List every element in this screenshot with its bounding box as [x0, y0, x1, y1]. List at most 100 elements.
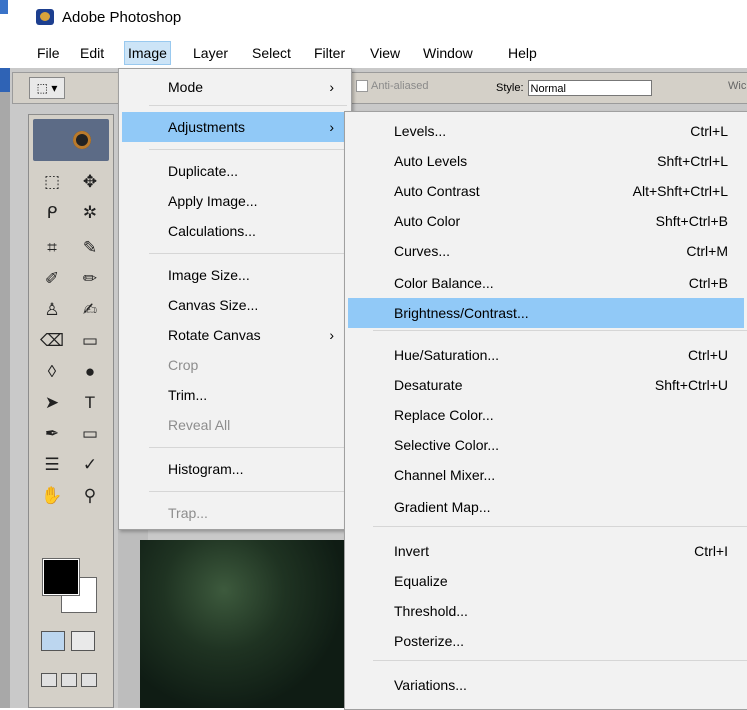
menu-item-label: Apply Image... — [168, 193, 258, 209]
menu-item-label: Invert — [394, 543, 430, 559]
toolbox: ⬚ ✥ ᑭ ✲ ⌗ ✎ ✐ ✏ ♙ ✍ ⌫ ▭ ◊ ● ➤ T ✒ ▭ ☰ ✓ ✋ ⚲ — [28, 114, 114, 708]
adjustments-item-replace-color[interactable]: Replace Color... — [348, 400, 744, 430]
standard-mode-icon[interactable] — [41, 631, 65, 651]
dodge-tool-icon[interactable]: ● — [73, 357, 107, 387]
adjustments-item-brightness-contrast[interactable]: Brightness/Contrast... — [348, 298, 744, 328]
image-menu-item-image-size[interactable]: Image Size... — [122, 260, 346, 290]
document-canvas[interactable] — [140, 540, 350, 708]
zoom-tool-icon[interactable]: ⚲ — [73, 481, 107, 511]
image-menu-item-duplicate[interactable]: Duplicate... — [122, 156, 346, 186]
rect-marquee-tool-icon[interactable]: ⬚ — [35, 167, 69, 197]
crop-tool-icon[interactable]: ⌗ — [35, 233, 69, 263]
menu-item-shortcut: Shft+Ctrl+U — [654, 377, 728, 393]
screen-mode-standard-icon[interactable] — [41, 673, 57, 687]
adjustments-item-desaturate[interactable]: Desaturate Shft+Ctrl+U — [348, 370, 744, 400]
menu-window[interactable]: Window — [420, 42, 476, 64]
menu-item-label: Color Balance... — [394, 275, 494, 291]
adjustments-item-posterize[interactable]: Posterize... — [348, 626, 744, 656]
menu-item-shortcut: Ctrl+M — [686, 243, 728, 259]
adjustments-item-auto-color[interactable]: Auto Color Shft+Ctrl+B — [348, 206, 744, 236]
menu-view[interactable]: View — [367, 42, 403, 64]
submenu-arrow-icon: › — [329, 79, 334, 95]
toolbox-header-logo — [33, 119, 109, 161]
menu-separator — [373, 526, 747, 527]
history-brush-tool-icon[interactable]: ✍ — [73, 295, 107, 325]
adjustments-item-auto-contrast[interactable]: Auto Contrast Alt+Shft+Ctrl+L — [348, 176, 744, 206]
title-bar: Adobe Photoshop — [0, 0, 747, 38]
adjustments-item-equalize[interactable]: Equalize — [348, 566, 744, 596]
menu-select[interactable]: Select — [249, 42, 294, 64]
menu-item-label: Gradient Map... — [394, 499, 491, 515]
hand-tool-icon[interactable]: ✋ — [35, 481, 69, 511]
healing-brush-tool-icon[interactable]: ✐ — [35, 264, 69, 294]
image-menu-item-mode[interactable]: Mode › — [122, 72, 346, 102]
adjustments-item-hue-saturation[interactable]: Hue/Saturation... Ctrl+U — [348, 340, 744, 370]
menu-item-label: Selective Color... — [394, 437, 500, 453]
adjustments-item-auto-levels[interactable]: Auto Levels Shft+Ctrl+L — [348, 146, 744, 176]
eraser-tool-icon[interactable]: ⌫ — [35, 326, 69, 356]
screen-mode-full-menu-icon[interactable] — [61, 673, 77, 687]
slice-tool-icon[interactable]: ✎ — [73, 233, 107, 263]
image-menu-item-calculations[interactable]: Calculations... — [122, 216, 346, 246]
style-select[interactable]: Normal — [527, 80, 652, 96]
adjustments-item-levels[interactable]: Levels... Ctrl+L — [348, 116, 744, 146]
style-control: Style: Normal — [496, 80, 652, 96]
adjustments-item-threshold[interactable]: Threshold... — [348, 596, 744, 626]
gradient-tool-icon[interactable]: ▭ — [73, 326, 107, 356]
marquee-preset-picker[interactable]: ⬚ ▾ — [29, 77, 65, 99]
menu-item-label: Threshold... — [394, 603, 468, 619]
menu-item-label: Trim... — [168, 387, 208, 403]
lasso-tool-icon[interactable]: ᑭ — [35, 198, 69, 228]
menu-file[interactable]: File — [34, 42, 63, 64]
notes-tool-icon[interactable]: ☰ — [35, 450, 69, 480]
width-label: Wic — [728, 80, 747, 92]
clone-stamp-tool-icon[interactable]: ♙ — [35, 295, 69, 325]
menu-filter[interactable]: Filter — [311, 42, 348, 64]
menu-separator — [149, 253, 347, 254]
menu-help[interactable]: Help — [505, 42, 540, 64]
adjustments-item-selective-color[interactable]: Selective Color... — [348, 430, 744, 460]
menu-item-label: Posterize... — [394, 633, 465, 649]
image-menu-item-adjustments[interactable]: Adjustments › — [122, 112, 346, 142]
menu-item-shortcut: Alt+Shft+Ctrl+L — [632, 183, 728, 199]
image-menu-item-rotate-canvas[interactable]: Rotate Canvas › — [122, 320, 346, 350]
adjustments-item-variations[interactable]: Variations... — [348, 670, 744, 700]
menu-image[interactable]: Image — [124, 41, 171, 65]
shape-tool-icon[interactable]: ▭ — [73, 419, 107, 449]
menu-item-label: Equalize — [394, 573, 448, 589]
screen-mode-full-icon[interactable] — [81, 673, 97, 687]
image-menu-item-apply-image[interactable]: Apply Image... — [122, 186, 346, 216]
menu-item-shortcut: Shft+Ctrl+L — [657, 153, 728, 169]
adjustments-item-curves[interactable]: Curves... Ctrl+M — [348, 236, 744, 266]
left-strip — [0, 68, 10, 708]
image-menu-item-trim[interactable]: Trim... — [122, 380, 346, 410]
adjustments-item-color-balance[interactable]: Color Balance... Ctrl+B — [348, 268, 744, 298]
menu-item-label: Auto Contrast — [394, 183, 480, 199]
menu-layer[interactable]: Layer — [190, 42, 231, 64]
image-menu-item-trap: Trap... — [122, 498, 346, 528]
window-title: Adobe Photoshop — [62, 9, 182, 26]
quick-mask-mode-icon[interactable] — [71, 631, 95, 651]
blur-tool-icon[interactable]: ◊ — [35, 357, 69, 387]
pen-tool-icon[interactable]: ✒ — [35, 419, 69, 449]
anti-aliased-checkbox[interactable]: Anti-aliased — [356, 80, 428, 93]
image-menu-item-histogram[interactable]: Histogram... — [122, 454, 346, 484]
foreground-color-swatch[interactable] — [42, 558, 80, 596]
image-menu-item-canvas-size[interactable]: Canvas Size... — [122, 290, 346, 320]
type-tool-icon[interactable]: T — [73, 388, 107, 418]
move-tool-icon[interactable]: ✥ — [73, 167, 107, 197]
menu-item-label: Adjustments — [168, 119, 246, 135]
adjustments-item-gradient-map[interactable]: Gradient Map... — [348, 492, 744, 522]
magic-wand-tool-icon[interactable]: ✲ — [73, 198, 107, 228]
path-select-tool-icon[interactable]: ➤ — [35, 388, 69, 418]
menu-item-shortcut: Ctrl+I — [694, 543, 728, 559]
menu-edit[interactable]: Edit — [77, 42, 107, 64]
menu-item-label: Channel Mixer... — [394, 467, 496, 483]
brush-tool-icon[interactable]: ✏ — [73, 264, 107, 294]
menu-item-label: Reveal All — [168, 417, 231, 433]
eyedropper-tool-icon[interactable]: ✓ — [73, 450, 107, 480]
menu-item-shortcut: Ctrl+B — [688, 275, 728, 291]
adjustments-item-channel-mixer[interactable]: Channel Mixer... — [348, 460, 744, 490]
adjustments-item-invert[interactable]: Invert Ctrl+I — [348, 536, 744, 566]
menu-item-label: Histogram... — [168, 461, 244, 477]
